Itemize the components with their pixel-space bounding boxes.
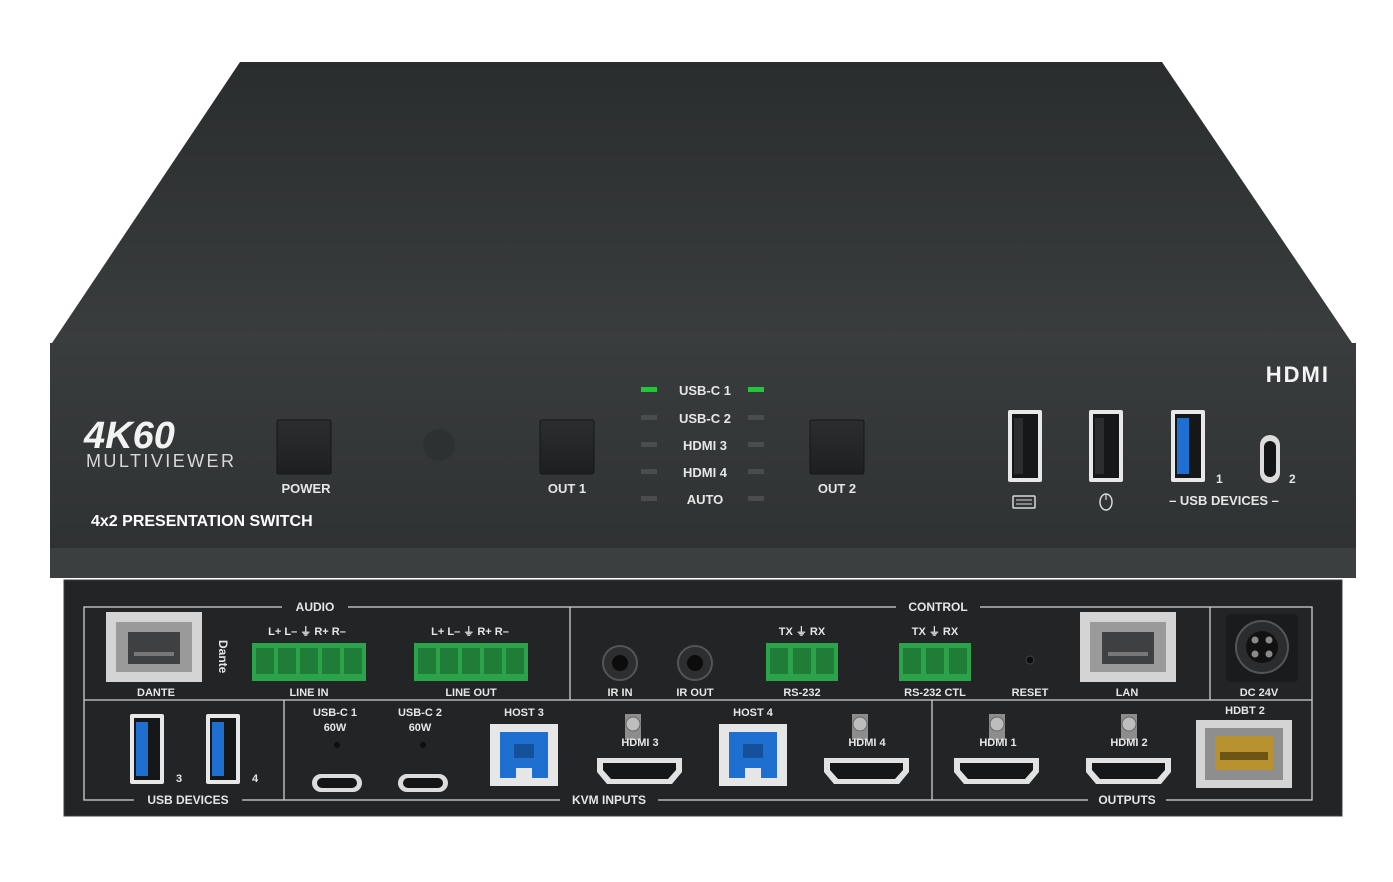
dc-label: DC 24V (1240, 687, 1279, 699)
hdbt2-rj45-port[interactable] (1196, 720, 1292, 788)
led-right (748, 469, 764, 474)
hdmi3-label: HDMI 3 (621, 737, 658, 749)
product-name: 4x2 PRESENTATION SWITCH (91, 513, 313, 530)
line-out-label: LINE OUT (445, 687, 497, 699)
led-label: HDMI 4 (683, 465, 728, 480)
hdmi1-output-port[interactable] (954, 758, 1039, 784)
hdmi2-output-port[interactable] (1086, 758, 1171, 784)
lan-rj45-port[interactable] (1080, 612, 1176, 682)
line-out-pins: L+ L– ⏚ R+ R– (431, 625, 509, 638)
led-left (641, 387, 657, 392)
led-label: AUTO (687, 492, 724, 507)
usbc2-led (420, 742, 426, 748)
usbc1-label: USB-C 1 (313, 707, 357, 719)
led-right (748, 442, 764, 447)
usb-number-3: 3 (176, 773, 182, 785)
rs232ctl-label: RS-232 CTL (904, 687, 966, 699)
led-right (748, 415, 764, 420)
control-section-label: CONTROL (908, 600, 967, 614)
kvm-inputs-label: KVM INPUTS (572, 793, 646, 807)
line-in-terminal[interactable] (252, 643, 366, 681)
front-usbc-port-2[interactable] (1260, 435, 1280, 483)
rear-usb3-port-3[interactable] (130, 714, 164, 784)
hdmi4-input-port[interactable] (824, 758, 909, 784)
out2-button[interactable] (809, 419, 865, 475)
line-in-pins: L+ L– ⏚ R+ R– (268, 625, 346, 638)
line-in-label: LINE IN (289, 687, 328, 699)
audio-section-label: AUDIO (296, 600, 335, 614)
dante-rj45-port[interactable] (106, 612, 202, 682)
hdmi1-label: HDMI 1 (979, 737, 1016, 749)
out1-label: OUT 1 (548, 481, 586, 496)
out1-button[interactable] (539, 419, 595, 475)
dante-label: DANTE (137, 687, 175, 699)
reset-label: RESET (1012, 687, 1049, 699)
line-out-terminal[interactable] (414, 643, 528, 681)
chassis-top (52, 62, 1352, 343)
rs232ctl-pins: TX ⏚ RX (912, 625, 959, 638)
rs232-terminal[interactable] (766, 643, 838, 681)
dc-power-jack[interactable] (1226, 614, 1298, 682)
led-label: USB-C 1 (679, 383, 731, 398)
lan-label: LAN (1116, 687, 1139, 699)
hdmi4-label: HDMI 4 (848, 737, 886, 749)
led-left (641, 442, 657, 447)
usbc2-power: 60W (409, 722, 432, 734)
reset-button[interactable] (1025, 655, 1035, 665)
usb-number-4: 4 (252, 773, 259, 785)
ir-sensor-window (423, 429, 455, 461)
host3-label: HOST 3 (504, 707, 544, 719)
ir-out-jack[interactable] (677, 645, 713, 681)
led-right (748, 496, 764, 501)
ir-out-label: IR OUT (676, 687, 714, 699)
front-panel-bevel (50, 548, 1356, 578)
front-usb3-port-1[interactable] (1171, 410, 1205, 482)
led-left (641, 496, 657, 501)
led-right (748, 387, 764, 392)
led-label: USB-C 2 (679, 411, 731, 426)
led-left (641, 469, 657, 474)
hdmi-logo: HDMI (1266, 362, 1330, 387)
rear-usb3-port-4[interactable] (206, 714, 240, 784)
rear-usb-devices-label: USB DEVICES (147, 793, 228, 807)
front-usb-devices-label: – USB DEVICES – (1169, 493, 1279, 508)
device-scene: 4K60 MULTIVIEWER 4x2 PRESENTATION SWITCH… (50, 62, 1356, 817)
host4-usb-b-port[interactable] (719, 724, 787, 786)
power-label: POWER (281, 481, 331, 496)
hdbt2-label: HDBT 2 (1225, 705, 1265, 717)
usbc2-label: USB-C 2 (398, 707, 442, 719)
usb-number-1: 1 (1216, 472, 1223, 486)
outputs-label: OUTPUTS (1098, 793, 1155, 807)
front-usb-keyboard-port[interactable] (1008, 410, 1042, 482)
host4-label: HOST 4 (733, 707, 774, 719)
usb-number-2: 2 (1289, 472, 1296, 486)
led-left (641, 415, 657, 420)
rs232-label: RS-232 (783, 687, 820, 699)
rear-usbc-port-2[interactable] (398, 774, 448, 792)
power-button[interactable] (276, 419, 332, 475)
hdmi2-label: HDMI 2 (1110, 737, 1147, 749)
usbc1-power: 60W (324, 722, 347, 734)
host3-usb-b-port[interactable] (490, 724, 558, 786)
brand-multiviewer: MULTIVIEWER (86, 451, 234, 471)
hdmi3-input-port[interactable] (597, 758, 682, 784)
ir-in-label: IR IN (607, 687, 632, 699)
front-usb-mouse-port[interactable] (1089, 410, 1123, 482)
rs232ctl-terminal[interactable] (899, 643, 971, 681)
usbc1-led (334, 742, 340, 748)
rear-usbc-port-1[interactable] (312, 774, 362, 792)
dante-logo: Dante (216, 640, 230, 674)
ir-in-jack[interactable] (602, 645, 638, 681)
rs232-pins: TX ⏚ RX (779, 625, 826, 638)
out2-label: OUT 2 (818, 481, 856, 496)
led-label: HDMI 3 (683, 438, 727, 453)
